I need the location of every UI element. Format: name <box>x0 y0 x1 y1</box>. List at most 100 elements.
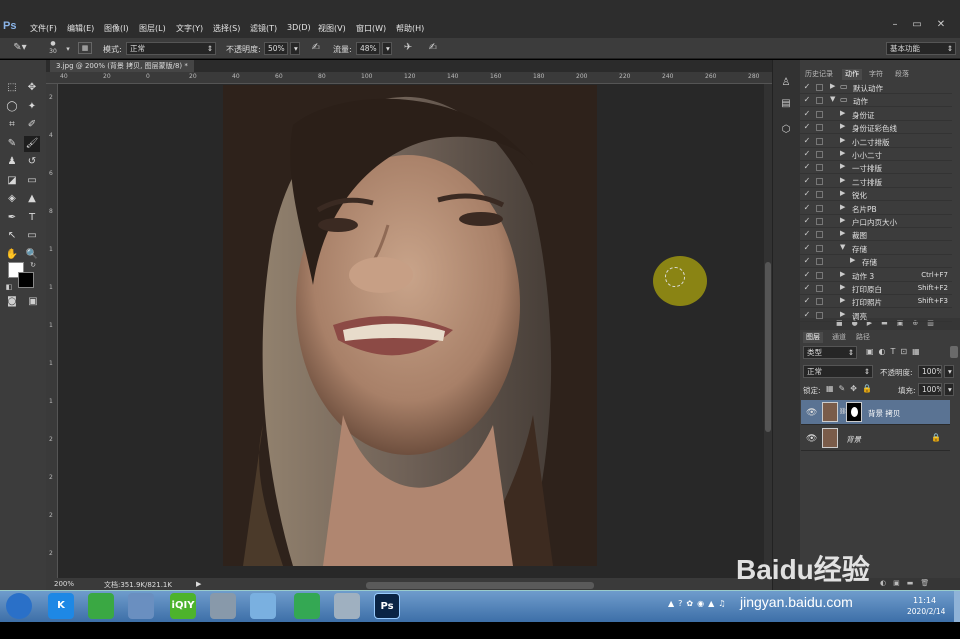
start-orb-icon[interactable] <box>6 593 32 619</box>
bird-app-icon[interactable] <box>128 593 154 619</box>
360-browser-icon[interactable] <box>294 593 320 619</box>
mode-select[interactable]: 正常 ⇕ <box>126 42 216 55</box>
clone-stamp-tool-icon[interactable]: ♟ <box>4 154 20 170</box>
menu-item-8[interactable]: 视图(V) <box>318 23 346 34</box>
dialog-toggle-icon[interactable] <box>816 191 823 199</box>
panel-tab-2[interactable]: 字符 <box>866 69 886 80</box>
action-row[interactable]: ✓ ▶ 一寸排版 <box>800 161 952 175</box>
dialog-toggle-icon[interactable] <box>816 97 823 105</box>
dialog-toggle-icon[interactable] <box>816 204 823 212</box>
fill-input[interactable]: 100% <box>918 383 942 396</box>
layer-name[interactable]: 背景 拷贝 <box>868 408 900 419</box>
layers-tab-2[interactable]: 路径 <box>853 332 873 343</box>
hand-tool-icon[interactable]: ✋ <box>4 247 20 263</box>
lasso-tool-icon[interactable]: ◯ <box>4 99 20 115</box>
collapsed-arrow-icon[interactable]: ▶ <box>840 296 845 304</box>
quick-mask-icon[interactable]: ◙ <box>5 295 19 309</box>
check-icon[interactable]: ✓ <box>802 243 812 252</box>
action-row[interactable]: ✓ ▶ 身份证 <box>800 108 952 121</box>
flow-input[interactable]: 48% <box>356 42 380 55</box>
photoshop-icon[interactable]: Ps <box>374 593 400 619</box>
check-icon[interactable]: ✓ <box>802 203 812 212</box>
workspace-select[interactable]: 基本功能 ⇕ <box>886 42 956 55</box>
zoom-level[interactable]: 200% <box>54 580 74 588</box>
airbrush-icon[interactable]: ✈ <box>401 41 415 55</box>
action-row[interactable]: ✓ ▶ 打印照片 Shift+F3 <box>800 295 952 309</box>
opacity-input[interactable]: 50% <box>264 42 288 55</box>
dialog-toggle-icon[interactable] <box>816 244 823 252</box>
brush-size-picker[interactable]: ● 30 <box>46 40 60 56</box>
path-select-tool-icon[interactable]: ↖ <box>4 228 20 244</box>
flow-dropdown[interactable]: ▾ <box>382 42 392 55</box>
pressure-opacity-icon[interactable]: ✍ <box>309 41 323 55</box>
background-color-swatch[interactable] <box>18 272 34 288</box>
action-row[interactable]: ✓ ▶ 户口内页大小 <box>800 215 952 228</box>
check-icon[interactable]: ✓ <box>802 189 812 198</box>
quick-select-tool-icon[interactable]: ✦ <box>24 99 40 115</box>
3d-panel-icon[interactable]: ⬡ <box>779 123 793 137</box>
default-colors-icon[interactable]: ◧ <box>4 280 14 294</box>
tool-presets-icon[interactable]: ♙ <box>779 76 793 90</box>
blend-mode-select[interactable]: 正常 ⇕ <box>803 365 873 378</box>
check-icon[interactable]: ✓ <box>802 296 812 305</box>
status-menu-arrow-icon[interactable]: ▶ <box>196 580 201 588</box>
check-icon[interactable]: ✓ <box>802 95 812 104</box>
brush-preset-icon[interactable]: ✎▾ <box>8 41 32 55</box>
calculator-icon[interactable] <box>210 593 236 619</box>
clock-time[interactable]: 11:14 <box>913 596 936 605</box>
dialog-toggle-icon[interactable] <box>816 151 823 158</box>
pen-tool-icon[interactable]: ✒ <box>4 210 20 226</box>
show-desktop-button[interactable] <box>954 591 960 622</box>
action-row[interactable]: ✓ ▶ 二寸排版 <box>800 175 952 188</box>
type-tool-icon[interactable]: T <box>24 210 40 226</box>
layers-tab-1[interactable]: 通道 <box>829 332 849 343</box>
brush-tool-icon[interactable]: 🖌 <box>24 135 40 152</box>
shape-tool-icon[interactable]: ▭ <box>24 228 40 244</box>
action-row[interactable]: ✓ ▶ ▭ 默认动作 <box>800 81 952 94</box>
crop-tool-icon[interactable]: ⌗ <box>4 117 20 133</box>
action-row[interactable]: ✓ ▶ 名片PB <box>800 202 952 215</box>
collapsed-arrow-icon[interactable]: ▶ <box>840 270 845 278</box>
eraser-tool-icon[interactable]: ◪ <box>4 173 20 189</box>
minimize-icon[interactable]: – <box>888 19 902 31</box>
brush-presets-icon[interactable]: ▤ <box>779 97 793 111</box>
collapsed-arrow-icon[interactable]: ▶ <box>840 283 845 291</box>
check-icon[interactable]: ✓ <box>802 136 812 145</box>
expanded-arrow-icon[interactable]: ▼ <box>840 243 845 251</box>
gradient-tool-icon[interactable]: ▭ <box>24 173 40 189</box>
window-app-icon[interactable] <box>334 593 360 619</box>
tray-icons[interactable]: ▲?✿◉▲♫ <box>668 599 729 608</box>
collapsed-arrow-icon[interactable]: ▶ <box>840 109 845 117</box>
healing-tool-icon[interactable]: ✎ <box>4 136 20 152</box>
check-icon[interactable]: ✓ <box>802 149 812 158</box>
layer-mask-thumbnail[interactable] <box>846 402 862 422</box>
check-icon[interactable]: ✓ <box>802 270 812 279</box>
menu-item-9[interactable]: 窗口(W) <box>356 23 386 34</box>
k-app-icon[interactable]: K <box>48 593 74 619</box>
dialog-toggle-icon[interactable] <box>816 258 823 266</box>
check-icon[interactable]: ✓ <box>802 122 812 131</box>
check-icon[interactable]: ✓ <box>802 256 812 265</box>
dialog-toggle-icon[interactable] <box>816 218 823 225</box>
action-row[interactable]: ✓ ▼ ▭ 动作 <box>800 94 952 108</box>
dialog-toggle-icon[interactable] <box>816 84 823 91</box>
clock-date[interactable]: 2020/2/14 <box>907 607 945 616</box>
horizontal-scroll-thumb[interactable] <box>366 582 594 589</box>
check-icon[interactable]: ✓ <box>802 82 812 91</box>
panel-tab-3[interactable]: 段落 <box>892 69 912 80</box>
menu-item-6[interactable]: 滤镜(T) <box>250 23 277 34</box>
chevron-down-icon[interactable]: ▾ <box>64 42 72 56</box>
dialog-toggle-icon[interactable] <box>816 231 823 239</box>
expanded-arrow-icon[interactable]: ▼ <box>830 95 835 103</box>
collapsed-arrow-icon[interactable]: ▶ <box>840 136 845 144</box>
menu-item-5[interactable]: 选择(S) <box>213 23 240 34</box>
filter-toggle[interactable] <box>950 346 958 358</box>
menu-item-0[interactable]: 文件(F) <box>30 23 57 34</box>
collapsed-arrow-icon[interactable]: ▶ <box>830 82 835 90</box>
dialog-toggle-icon[interactable] <box>816 137 823 145</box>
dialog-toggle-icon[interactable] <box>816 177 823 185</box>
iqiyi-icon[interactable]: iQIY <box>170 593 196 619</box>
action-row[interactable]: ✓ ▶ 存储 <box>800 255 952 269</box>
action-row[interactable]: ✓ ▶ 锐化 <box>800 188 952 202</box>
document-tab[interactable]: 3.jpg @ 200% (背景 拷贝, 图层蒙版/8) * <box>50 60 194 72</box>
